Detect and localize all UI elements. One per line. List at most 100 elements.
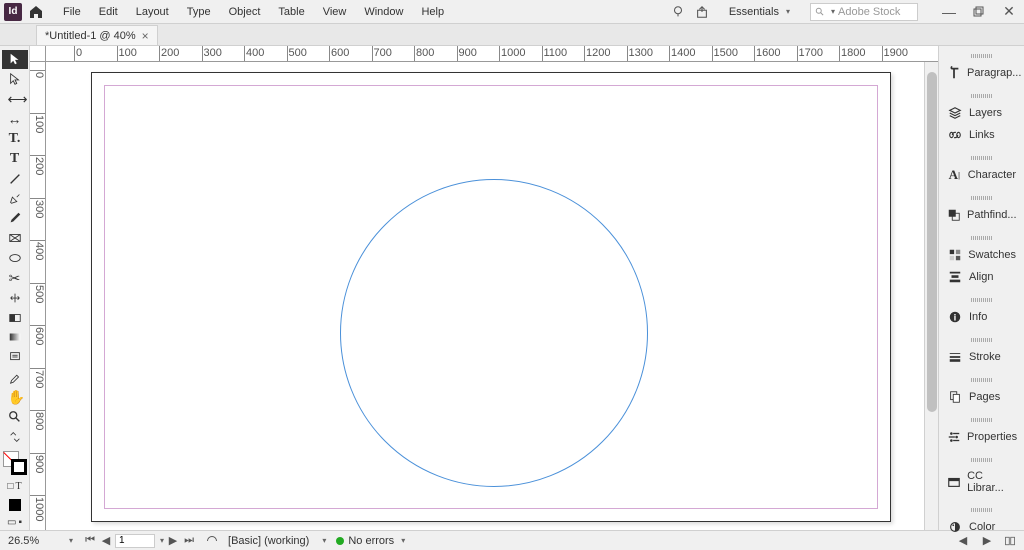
close-tab-icon[interactable]: × <box>142 29 149 43</box>
type-tool[interactable]: T <box>2 149 28 168</box>
panel-drag-handle[interactable] <box>971 298 993 302</box>
panel-drag-handle[interactable] <box>971 236 993 240</box>
apply-color-swatch[interactable] <box>9 499 21 511</box>
panel-drag-handle[interactable] <box>971 156 993 160</box>
next-page-button[interactable]: ▶ <box>166 534 180 547</box>
vertical-scrollbar[interactable] <box>924 62 938 530</box>
prev-page-button[interactable]: ◀ <box>99 534 113 547</box>
document-tab[interactable]: *Untitled-1 @ 40% × <box>36 25 158 45</box>
zoom-level-field[interactable]: 26.5% <box>8 535 56 547</box>
document-page[interactable] <box>91 72 891 522</box>
screen-mode-icon[interactable] <box>1004 535 1016 547</box>
formatting-text-icon[interactable]: T <box>15 480 21 494</box>
fill-stroke-indicator[interactable] <box>3 451 27 475</box>
swatches-icon <box>947 248 962 262</box>
lightbulb-icon[interactable] <box>671 5 685 19</box>
open-navigator-icon[interactable] <box>206 535 218 547</box>
eyedropper-tool[interactable] <box>2 368 28 387</box>
panel-drag-handle[interactable] <box>971 338 993 342</box>
close-button[interactable]: ✕ <box>998 3 1020 21</box>
panel-layers[interactable]: Layers <box>939 102 1024 124</box>
panel-align[interactable]: Align <box>939 266 1024 288</box>
page-tool[interactable]: ⟷ <box>2 90 28 109</box>
panel-properties[interactable]: Properties <box>939 426 1024 448</box>
scrollbar-thumb[interactable] <box>927 72 937 412</box>
menu-layout[interactable]: Layout <box>127 2 178 22</box>
panel-drag-handle[interactable] <box>971 418 993 422</box>
canvas-viewport[interactable] <box>46 62 924 530</box>
free-transform-tool[interactable] <box>2 288 28 307</box>
character-icon: A| <box>947 168 962 182</box>
menu-type[interactable]: Type <box>178 2 220 22</box>
ruler-tick: 1400 <box>669 46 695 61</box>
panel-cclibraries[interactable]: CC Librar... <box>939 466 1024 498</box>
horizontal-ruler[interactable]: 0100200300400500600700800900100011001200… <box>30 46 938 62</box>
hand-tool[interactable]: ✋ <box>2 388 28 407</box>
zoom-tool[interactable] <box>2 407 28 426</box>
chevron-down-icon[interactable]: ▾ <box>160 536 164 545</box>
panel-links[interactable]: Links <box>939 124 1024 146</box>
panel-label: Links <box>969 129 995 141</box>
direct-selection-tool[interactable] <box>2 70 28 89</box>
preflight-status[interactable]: No errors ▾ <box>336 535 405 547</box>
menu-object[interactable]: Object <box>220 2 270 22</box>
menu-view[interactable]: View <box>314 2 356 22</box>
color-icon <box>947 520 963 534</box>
scroll-right-button[interactable]: ▶ <box>980 534 994 547</box>
ruler-tick: 900 <box>30 453 45 473</box>
line-tool[interactable] <box>2 169 28 188</box>
panel-drag-handle[interactable] <box>971 458 993 462</box>
share-icon[interactable] <box>695 5 709 19</box>
first-page-button[interactable]: ⏮ <box>83 534 97 547</box>
gradient-feather-tool[interactable] <box>2 328 28 347</box>
chevron-down-icon[interactable]: ▾ <box>322 536 326 545</box>
panel-swatches[interactable]: Swatches <box>939 244 1024 266</box>
menu-window[interactable]: Window <box>355 2 412 22</box>
vertical-ruler[interactable]: 01002003004005006007008009001000 <box>30 62 46 530</box>
gap-tool[interactable]: ↔ <box>2 110 28 129</box>
gradient-swatch-tool[interactable] <box>2 308 28 327</box>
panel-pathfinder[interactable]: Pathfind... <box>939 204 1024 226</box>
stroke-swatch[interactable] <box>11 459 27 475</box>
home-icon[interactable] <box>28 4 44 20</box>
page-number-input[interactable] <box>115 534 155 548</box>
chevron-down-icon[interactable]: ▾ <box>69 536 73 545</box>
panel-pages[interactable]: Pages <box>939 386 1024 408</box>
panel-info[interactable]: iInfo <box>939 306 1024 328</box>
content-collector-tool[interactable]: T. <box>2 129 28 148</box>
search-placeholder: Adobe Stock <box>838 6 900 18</box>
menu-edit[interactable]: Edit <box>90 2 127 22</box>
menu-file[interactable]: File <box>54 2 90 22</box>
ellipse-tool[interactable] <box>2 249 28 268</box>
panel-stroke[interactable]: Stroke <box>939 346 1024 368</box>
rectangle-frame-tool[interactable] <box>2 229 28 248</box>
panel-drag-handle[interactable] <box>971 508 993 512</box>
view-mode-preview-icon[interactable]: ▪ <box>18 516 22 530</box>
ruler-origin[interactable] <box>30 46 46 62</box>
workspace-switcher[interactable]: Essentials ▾ <box>719 4 800 20</box>
preflight-profile-label[interactable]: [Basic] (working) <box>228 535 309 547</box>
panel-drag-handle[interactable] <box>971 94 993 98</box>
menu-table[interactable]: Table <box>269 2 313 22</box>
scissors-tool[interactable]: ✂ <box>2 268 28 287</box>
pen-tool[interactable] <box>2 189 28 208</box>
ruler-tick: 1200 <box>584 46 610 61</box>
panel-drag-handle[interactable] <box>971 196 993 200</box>
swap-fill-stroke-icon[interactable] <box>2 427 28 446</box>
panel-drag-handle[interactable] <box>971 54 993 58</box>
scroll-left-button[interactable]: ◀ <box>956 534 970 547</box>
panel-drag-handle[interactable] <box>971 378 993 382</box>
view-mode-normal-icon[interactable]: ▭ <box>7 516 16 530</box>
menu-help[interactable]: Help <box>412 2 453 22</box>
pencil-tool[interactable] <box>2 209 28 228</box>
panel-character[interactable]: A|Character <box>939 164 1024 186</box>
maximize-button[interactable] <box>968 3 990 21</box>
minimize-button[interactable]: — <box>938 3 960 21</box>
panel-paragraph[interactable]: Paragrap... <box>939 62 1024 84</box>
formatting-container-icon[interactable]: □ <box>7 480 13 494</box>
note-tool[interactable] <box>2 348 28 367</box>
last-page-button[interactable]: ⏭ <box>182 534 196 547</box>
ellipse-shape[interactable] <box>340 179 648 487</box>
selection-tool[interactable] <box>2 50 28 69</box>
stock-search-input[interactable]: ▾ Adobe Stock <box>810 3 918 21</box>
